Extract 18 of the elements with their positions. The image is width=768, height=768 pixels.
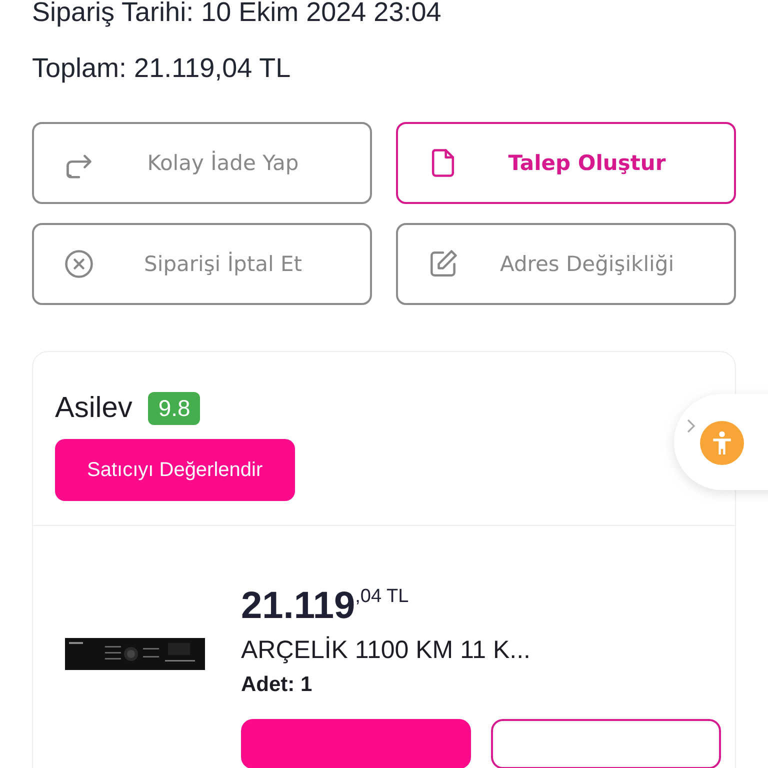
product-title: ARÇELİK 1100 KM 11 K... xyxy=(241,636,532,665)
action-button[interactable]: Siparişi İptal Et xyxy=(32,223,372,305)
price-fraction: ,04 TL xyxy=(355,586,409,608)
seller-score: 9.8 xyxy=(148,392,200,425)
order-date: Sipariş Tarihi: 10 Ekim 2024 23:04 xyxy=(32,0,442,29)
rate-seller-button[interactable]: Satıcıyı Değerlendir xyxy=(55,439,295,501)
action-button[interactable]: Talep Oluştur xyxy=(396,122,736,204)
product-button[interactable] xyxy=(491,719,721,768)
action-button[interactable]: Kolay İade Yap xyxy=(32,122,372,204)
cancel-icon xyxy=(62,247,96,281)
price-text: 21.119 xyxy=(241,584,356,628)
action-button[interactable]: Adres Değişikliği xyxy=(396,223,736,305)
seller-name: Asilev xyxy=(55,392,132,425)
accessibility-icon xyxy=(700,421,744,465)
order-total: Toplam: 21.119,04 TL xyxy=(32,52,292,85)
product-quantity: Adet: 1 xyxy=(241,673,314,697)
accessibility-widget[interactable] xyxy=(674,394,768,490)
chevron-icon xyxy=(686,418,696,434)
